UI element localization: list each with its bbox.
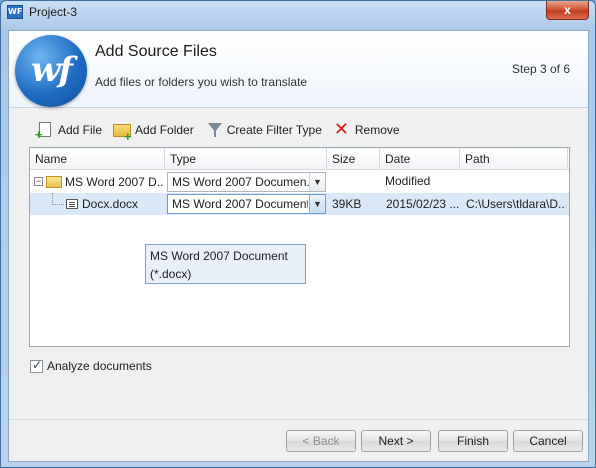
column-header-size[interactable]: Size <box>327 148 380 170</box>
finish-button[interactable]: Finish <box>438 430 508 452</box>
document-icon <box>66 199 78 209</box>
wf-logo: wf <box>15 35 87 107</box>
folder-icon <box>46 176 62 188</box>
remove-label: Remove <box>354 123 400 137</box>
row-size: 39KB <box>332 197 362 211</box>
type-combobox-value: MS Word 2007 Documen... <box>172 175 310 189</box>
row-path: C:\Users\tldara\D... <box>466 197 566 211</box>
column-header-name[interactable]: Name <box>30 148 165 170</box>
wizard-header: wf Add Source Files Add files or folders… <box>9 31 588 108</box>
add-file-icon: + <box>35 120 55 141</box>
table-row-folder[interactable]: − MS Word 2007 D... MS Word 2007 Documen… <box>30 171 569 193</box>
column-header-type[interactable]: Type <box>165 148 327 170</box>
toolbar: + Add File + Add Folder Create Filter Ty… <box>35 119 410 143</box>
close-button[interactable]: x <box>546 1 589 20</box>
type-combobox-value: MS Word 2007 Document (* <box>172 197 308 211</box>
type-combobox[interactable]: MS Word 2007 Documen... ▼ <box>167 172 326 192</box>
chevron-down-icon[interactable]: ▼ <box>309 195 325 213</box>
add-folder-label: Add Folder <box>135 123 194 137</box>
next-button[interactable]: Next > <box>361 430 431 452</box>
dialog-window: WF Project-3 x wf Add Source Files Add f… <box>0 0 596 468</box>
app-icon: WF <box>7 5 23 19</box>
step-indicator: Step 3 of 6 <box>511 62 570 76</box>
column-header-date-modified[interactable]: Date Modified <box>380 148 460 188</box>
footer-divider <box>9 419 588 420</box>
add-file-label: Add File <box>58 123 103 137</box>
remove-button[interactable]: ✕ Remove <box>332 119 400 141</box>
cancel-button[interactable]: Cancel <box>513 430 583 452</box>
analyze-documents-option[interactable]: Analyze documents <box>30 358 152 373</box>
row-name: Docx.docx <box>82 197 139 211</box>
row-date-modified: 2015/02/23 ... <box>386 197 460 211</box>
column-header-path[interactable]: Path <box>460 148 568 170</box>
wizard-body: wf Add Source Files Add files or folders… <box>8 30 589 462</box>
row-name: MS Word 2007 D... <box>65 175 163 189</box>
create-filter-type-label: Create Filter Type <box>226 123 322 137</box>
chevron-down-icon[interactable]: ▼ <box>309 173 325 191</box>
type-combobox-open[interactable]: MS Word 2007 Document (* ▼ <box>167 194 326 214</box>
analyze-documents-checkbox[interactable] <box>30 358 43 373</box>
collapse-icon[interactable]: − <box>34 177 43 186</box>
back-button[interactable]: < Back <box>286 430 356 452</box>
page-subtitle: Add files or folders you wish to transla… <box>95 75 308 89</box>
type-dropdown-option[interactable]: MS Word 2007 Document (*.docx) <box>145 244 306 284</box>
page-title: Add Source Files <box>95 43 217 60</box>
remove-x-icon: ✕ <box>333 119 349 139</box>
analyze-documents-label: Analyze documents <box>47 359 152 373</box>
create-filter-type-button[interactable]: Create Filter Type <box>204 119 322 141</box>
grid-header: Name Type Size Date Modified Path <box>30 148 569 188</box>
table-row-file[interactable]: Docx.docx MS Word 2007 Document (* ▼ 39K… <box>30 193 569 215</box>
tree-connector <box>52 204 64 205</box>
add-file-button[interactable]: + Add File <box>35 119 102 141</box>
add-folder-icon: + <box>112 120 132 143</box>
window-title: Project-3 <box>29 5 78 19</box>
filter-icon <box>204 120 224 140</box>
title-bar: WF Project-3 x <box>1 1 595 23</box>
add-folder-button[interactable]: + Add Folder <box>112 119 194 143</box>
